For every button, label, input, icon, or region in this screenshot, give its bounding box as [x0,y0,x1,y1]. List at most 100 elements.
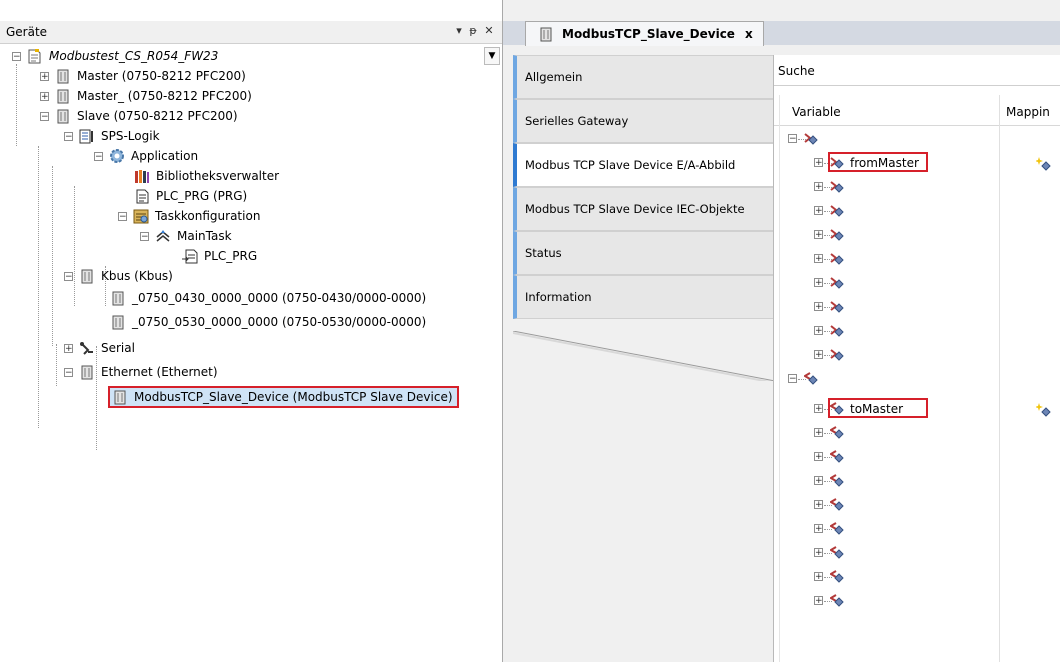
mapping-existing-variable-icon [1035,156,1052,175]
expand-icon[interactable]: + [814,524,823,534]
expand-icon[interactable]: + [814,452,823,462]
tree-item-slave[interactable]: − Slave (0750-8212 PFC200) [40,106,238,126]
collapse-icon[interactable]: − [64,271,73,281]
channel-row[interactable]: + fromMaster [774,151,1060,175]
tab-information[interactable]: Information [513,275,775,319]
collapse-icon[interactable]: − [788,374,797,384]
collapse-icon[interactable]: − [94,151,103,161]
expand-icon[interactable]: + [64,343,73,353]
tree-item-label: SPS-Logik [101,129,160,143]
expand-icon[interactable]: + [40,71,49,81]
tree-item-maintask[interactable]: − MainTask [140,226,232,246]
collapse-icon[interactable]: − [64,367,73,377]
tree-item-bibliotheksverwalter[interactable]: Bibliotheksverwalter [134,166,279,186]
tree-item-module-0430[interactable]: _0750_0430_0000_0000 (0750-0430/0000-000… [110,288,426,308]
channel-row[interactable]: + [774,247,1060,271]
expand-icon[interactable]: + [814,428,823,438]
application-gear-icon [109,148,125,164]
expand-icon[interactable]: + [814,230,823,240]
tree-item-module-0530[interactable]: _0750_0530_0000_0000 (0750-0530/0000-000… [110,312,426,332]
expand-icon[interactable]: + [814,350,823,360]
panel-menu-dropdown-icon[interactable]: ▾ [452,24,466,38]
expand-icon[interactable]: + [40,91,49,101]
channel-row[interactable]: + [774,517,1060,541]
input-channel-icon [830,203,846,219]
expand-icon[interactable]: + [814,596,823,606]
tree-item-label: Kbus (Kbus) [101,269,173,283]
tree-item-project[interactable]: − Modbustest_CS_R054_FW23 [12,46,218,66]
tree-item-label: MainTask [177,229,232,243]
tree-item-application[interactable]: − Application [94,146,198,166]
device-tree: − Modbustest_CS_R054_FW23 + Master (0750… [0,44,480,462]
channel-row[interactable]: + [774,199,1060,223]
close-tab-icon[interactable]: x [745,27,753,41]
channel-row[interactable]: + [774,445,1060,469]
tab-iec-objekte[interactable]: Modbus TCP Slave Device IEC-Objekte [513,187,775,231]
channel-row[interactable]: + [774,589,1060,613]
channel-row[interactable]: + [774,319,1060,343]
output-channel-icon [803,371,820,387]
tree-item-plc-prg-call[interactable]: PLC_PRG [182,246,257,266]
tree-scroll-dropdown-icon[interactable]: ▼ [484,47,500,65]
expand-icon[interactable]: + [814,158,823,168]
expand-icon[interactable]: + [814,182,823,192]
channel-row[interactable]: + [774,469,1060,493]
expand-icon[interactable]: + [814,302,823,312]
channel-row[interactable]: + [774,175,1060,199]
expand-icon[interactable]: + [814,278,823,288]
collapse-icon[interactable]: − [140,231,149,241]
expand-icon[interactable]: + [814,500,823,510]
tab-allgemein[interactable]: Allgemein [513,55,775,99]
channel-row[interactable]: + [774,493,1060,517]
variable-name[interactable]: toMaster [850,402,903,416]
input-channel-icon [830,179,846,195]
pin-icon[interactable]: ᵽ [466,24,480,38]
tab-serielles-gateway[interactable]: Serielles Gateway [513,99,775,143]
expand-icon[interactable]: + [814,476,823,486]
channel-row[interactable]: + [774,541,1060,565]
collapse-icon[interactable]: − [788,134,797,144]
tree-item-ethernet[interactable]: − Ethernet (Ethernet) [64,362,218,382]
expand-icon[interactable]: + [814,326,823,336]
device-icon [110,290,126,306]
collapse-icon[interactable]: − [40,111,49,121]
channel-row[interactable]: + [774,295,1060,319]
collapse-icon[interactable]: − [118,211,127,221]
tree-item-serial[interactable]: + Serial [64,338,135,358]
collapse-icon[interactable]: − [12,51,21,61]
task-config-icon [133,208,149,224]
expand-icon[interactable]: + [814,254,823,264]
close-icon[interactable]: ✕ [482,24,496,38]
tree-item-sps-logik[interactable]: − SPS-Logik [64,126,160,146]
tab-ea-abbild[interactable]: Modbus TCP Slave Device E/A-Abbild [513,143,775,187]
channel-group-row[interactable]: − [774,127,1060,151]
expand-icon[interactable]: + [814,206,823,216]
channel-group-row[interactable]: − [774,367,1060,391]
channel-row[interactable]: + [774,271,1060,295]
expand-icon[interactable]: + [814,404,823,414]
variable-name[interactable]: fromMaster [850,156,919,170]
channel-row[interactable]: + [774,421,1060,445]
expand-icon[interactable]: + [814,548,823,558]
channel-row[interactable]: + [774,565,1060,589]
tree-item-plc-prg[interactable]: PLC_PRG (PRG) [134,186,247,206]
tab-status[interactable]: Status [513,231,775,275]
channel-row[interactable]: + [774,223,1060,247]
search-label[interactable]: Suche [778,64,815,78]
tree-item-label: Application [131,149,199,163]
tree-item-kbus[interactable]: − Kbus (Kbus) [64,266,173,286]
tree-item-taskkonfiguration[interactable]: − Taskkonfiguration [118,206,260,226]
tree-item-master-2[interactable]: + Master_ (0750-8212 PFC200) [40,86,252,106]
expand-icon[interactable]: + [814,572,823,582]
side-tab-label: Modbus TCP Slave Device IEC-Objekte [525,202,745,216]
column-header-mapping[interactable]: Mappin [1006,105,1050,119]
tree-item-master[interactable]: + Master (0750-8212 PFC200) [40,66,246,86]
program-call-icon [182,248,198,264]
tree-item-modbustcp-slave-device[interactable]: ModbusTCP_Slave_Device (ModbusTCP Slave … [108,386,459,408]
channel-row[interactable]: + toMaster [774,397,1060,421]
tab-modbustcp-slave-device[interactable]: ModbusTCP_Slave_Device x [525,21,764,46]
collapse-icon[interactable]: − [64,131,73,141]
editor-area: ModbusTCP_Slave_Device x Allgemein Serie… [503,0,1060,662]
column-header-variable[interactable]: Variable [792,105,841,119]
channel-row[interactable]: + [774,343,1060,367]
